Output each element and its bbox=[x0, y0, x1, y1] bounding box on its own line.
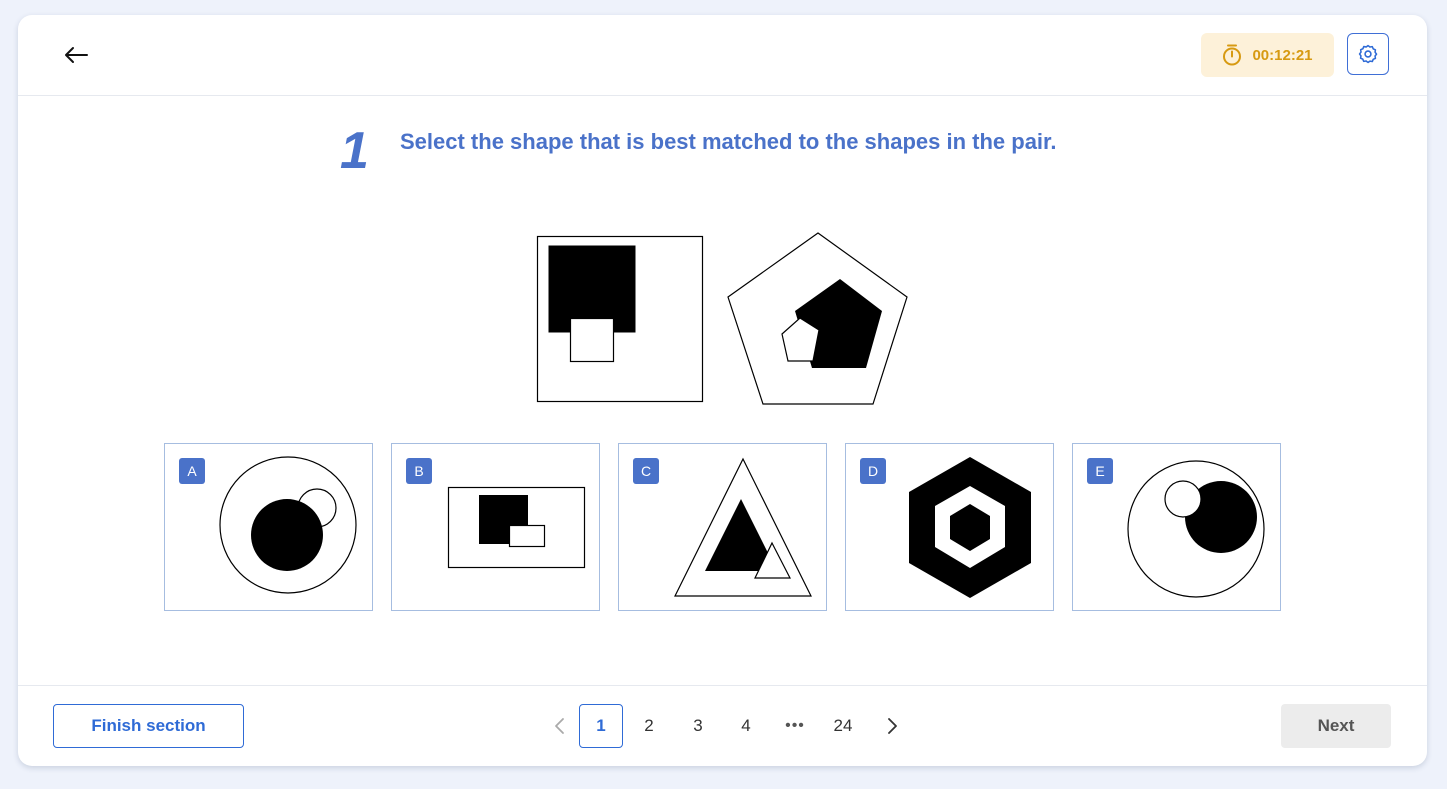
footer-bar: Finish section 1 2 3 4 ••• 24 Next bbox=[18, 685, 1427, 766]
previous-page-button[interactable] bbox=[538, 704, 582, 748]
pair-pentagon-figure bbox=[727, 232, 908, 405]
option-d[interactable]: D bbox=[845, 443, 1054, 611]
timer-value: 00:12:21 bbox=[1252, 46, 1313, 64]
option-e-figure bbox=[1127, 460, 1265, 598]
arrow-left-icon bbox=[65, 47, 88, 63]
chevron-right-icon bbox=[888, 718, 897, 734]
shape-pair bbox=[536, 232, 908, 405]
page-4-button[interactable]: 4 bbox=[724, 704, 768, 748]
page-24-button[interactable]: 24 bbox=[821, 704, 865, 748]
page-3-button[interactable]: 3 bbox=[676, 704, 720, 748]
option-c[interactable]: C bbox=[618, 443, 827, 611]
stopwatch-icon bbox=[1223, 44, 1242, 66]
option-b[interactable]: B bbox=[391, 443, 600, 611]
page-1-button[interactable]: 1 bbox=[579, 704, 623, 748]
gear-icon bbox=[1358, 44, 1378, 64]
option-b-figure bbox=[447, 486, 586, 569]
option-c-figure bbox=[674, 457, 812, 597]
option-a-figure bbox=[219, 456, 357, 594]
question-number: 1 bbox=[340, 122, 369, 180]
option-a[interactable]: A bbox=[164, 443, 373, 611]
option-d-figure bbox=[909, 457, 1031, 598]
test-card: 00:12:21 1 Select the shape that is best… bbox=[18, 15, 1427, 766]
finish-section-button[interactable]: Finish section bbox=[53, 704, 244, 748]
next-button[interactable]: Next bbox=[1281, 704, 1391, 748]
question-text: Select the shape that is best matched to… bbox=[400, 129, 1057, 154]
option-e[interactable]: E bbox=[1072, 443, 1281, 611]
pagination-ellipsis: ••• bbox=[785, 717, 805, 734]
settings-button[interactable] bbox=[1347, 33, 1389, 75]
page-2-button[interactable]: 2 bbox=[627, 704, 671, 748]
pair-square-figure bbox=[536, 235, 704, 403]
back-button[interactable] bbox=[60, 39, 92, 71]
chevron-left-icon bbox=[555, 718, 564, 734]
top-bar: 00:12:21 bbox=[18, 15, 1427, 96]
timer: 00:12:21 bbox=[1201, 33, 1334, 77]
next-page-button[interactable] bbox=[870, 704, 914, 748]
